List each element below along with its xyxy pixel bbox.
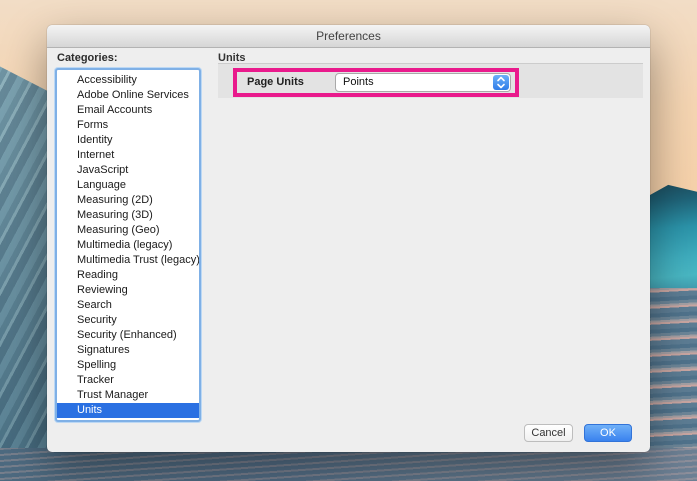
sidebar-item-security[interactable]: Security xyxy=(57,313,199,328)
up-down-chevrons-icon xyxy=(493,75,509,90)
sidebar-item-email-accounts[interactable]: Email Accounts xyxy=(57,103,199,118)
sidebar-item-tracker[interactable]: Tracker xyxy=(57,373,199,388)
sidebar-item-measuring-geo[interactable]: Measuring (Geo) xyxy=(57,223,199,238)
sidebar-item-adobe-online-services[interactable]: Adobe Online Services xyxy=(57,88,199,103)
sidebar-item-internet[interactable]: Internet xyxy=(57,148,199,163)
sidebar-item-measuring-3d[interactable]: Measuring (3D) xyxy=(57,208,199,223)
window-title: Preferences xyxy=(316,29,381,43)
sidebar-item-signatures[interactable]: Signatures xyxy=(57,343,199,358)
title-bar[interactable]: Preferences xyxy=(47,25,650,48)
sidebar-item-identity[interactable]: Identity xyxy=(57,133,199,148)
sidebar-item-javascript[interactable]: JavaScript xyxy=(57,163,199,178)
preferences-window: Preferences Categories: Accessibility Ado… xyxy=(47,25,650,452)
categories-listbox: Accessibility Adobe Online Services Email … xyxy=(55,68,201,422)
page-units-select[interactable]: Points xyxy=(335,73,511,92)
sidebar-item-language[interactable]: Language xyxy=(57,178,199,193)
sidebar-item-units[interactable]: Units xyxy=(57,403,199,418)
sidebar-item-security-enhanced[interactable]: Security (Enhanced) xyxy=(57,328,199,343)
sidebar-item-accessibility[interactable]: Accessibility xyxy=(57,73,199,88)
ok-button[interactable]: OK xyxy=(584,424,632,442)
sidebar-item-search[interactable]: Search xyxy=(57,298,199,313)
cancel-button[interactable]: Cancel xyxy=(524,424,573,442)
wallpaper-water-bottom xyxy=(0,448,697,481)
sidebar-item-spelling[interactable]: Spelling xyxy=(57,358,199,373)
sidebar-item-multimedia-legacy[interactable]: Multimedia (legacy) xyxy=(57,238,199,253)
sidebar-item-forms[interactable]: Forms xyxy=(57,118,199,133)
categories-label: Categories: xyxy=(57,52,118,64)
sidebar-item-reviewing[interactable]: Reviewing xyxy=(57,283,199,298)
page-units-select-value: Points xyxy=(343,76,374,88)
sidebar-item-reading[interactable]: Reading xyxy=(57,268,199,283)
sidebar-item-trust-manager[interactable]: Trust Manager xyxy=(57,388,199,403)
sidebar-item-multimedia-trust-legacy[interactable]: Multimedia Trust (legacy) xyxy=(57,253,199,268)
page-units-label: Page Units xyxy=(247,76,304,88)
desktop-wallpaper: Preferences Categories: Accessibility Ado… xyxy=(0,0,697,481)
sidebar-item-measuring-2d[interactable]: Measuring (2D) xyxy=(57,193,199,208)
